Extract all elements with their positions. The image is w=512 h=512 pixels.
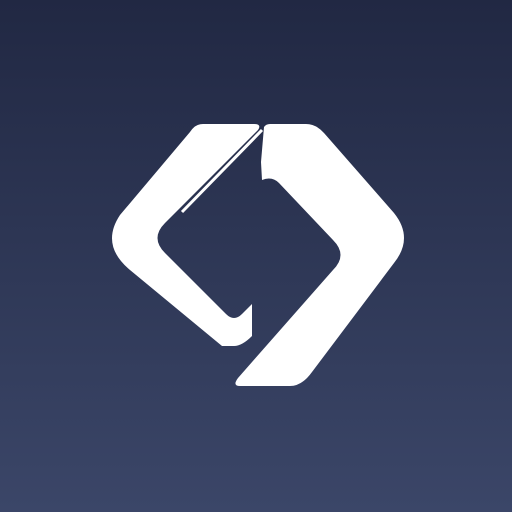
diamond-link-logo-icon: [112, 124, 404, 386]
app-icon-canvas: [0, 0, 512, 512]
logo-right-band: [235, 124, 404, 386]
